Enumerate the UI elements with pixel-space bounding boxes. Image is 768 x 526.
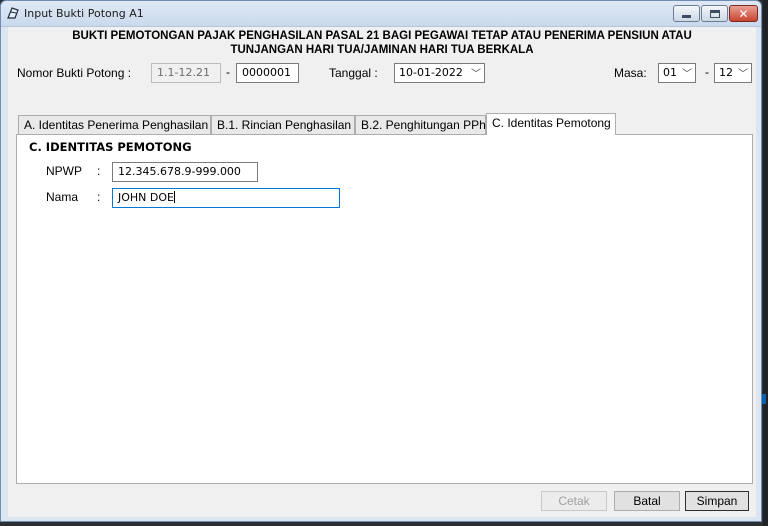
app-window: Input Bukti Potong A1 ✕ BUKTI PEMOTONGAN…	[0, 0, 762, 522]
tab-identitas-penerima[interactable]: A. Identitas Penerima Penghasilan	[18, 115, 211, 134]
app-icon	[7, 7, 19, 19]
tab-rincian-penghasilan[interactable]: B.1. Rincian Penghasilan	[211, 115, 355, 134]
nama-label: Nama	[46, 190, 79, 204]
tanggal-label: Tanggal :	[329, 66, 378, 80]
nama-value: JOHN DOE	[118, 191, 174, 204]
npwp-input[interactable]: 12.345.678.9-999.000	[112, 162, 258, 182]
maximize-button[interactable]	[701, 5, 728, 22]
tab-penghitungan-pph[interactable]: B.2. Penghitungan PPh	[355, 115, 486, 134]
tanggal-datepicker[interactable]: 10-01-2022 ﹀	[394, 63, 485, 83]
maximize-icon	[709, 9, 720, 18]
masa-to-select[interactable]: 12 ﹀	[714, 63, 752, 83]
background-edge	[763, 0, 768, 526]
nama-colon: :	[97, 190, 101, 204]
chevron-down-icon: ﹀	[682, 69, 692, 80]
cetak-button[interactable]: Cetak	[541, 491, 607, 511]
simpan-button[interactable]: Simpan	[685, 491, 749, 511]
nomor-prefix-field: 1.1-12.21	[151, 63, 221, 83]
section-title: C. IDENTITAS PEMOTONG	[29, 140, 192, 154]
nama-input[interactable]: JOHN DOE	[112, 188, 340, 208]
nomor-bukti-potong-label: Nomor Bukti Potong :	[17, 66, 132, 80]
minimize-icon	[682, 15, 691, 18]
masa-from-select[interactable]: 01 ﹀	[658, 63, 696, 83]
npwp-colon: :	[97, 164, 101, 178]
form-heading-line-1: BUKTI PEMOTONGAN PAJAK PENGHASILAN PASAL…	[72, 30, 692, 42]
form-heading-line-2: TUNJANGAN HARI TUA/JAMINAN HARI TUA BERK…	[230, 44, 534, 56]
window-title: Input Bukti Potong A1	[24, 7, 144, 20]
close-button[interactable]: ✕	[729, 5, 758, 22]
close-icon: ✕	[738, 6, 749, 21]
masa-label: Masa:	[614, 66, 647, 80]
masa-from-value: 01	[663, 66, 677, 79]
nomor-bukti-potong-input[interactable]: 0000001	[236, 63, 299, 83]
form-client-area: BUKTI PEMOTONGAN PAJAK PENGHASILAN PASAL…	[8, 27, 756, 517]
npwp-label: NPWP	[46, 164, 82, 178]
title-bar[interactable]: Input Bukti Potong A1 ✕	[1, 1, 761, 27]
background-edge-marker	[762, 394, 766, 404]
nomor-dash: -	[226, 65, 230, 79]
identitas-pemotong-panel: C. IDENTITAS PEMOTONG NPWP : 12.345.678.…	[16, 134, 753, 484]
masa-to-value: 12	[719, 66, 733, 79]
tab-identitas-pemotong[interactable]: C. Identitas Pemotong	[486, 113, 616, 135]
masa-dash: -	[705, 65, 709, 79]
chevron-down-icon: ﹀	[738, 69, 748, 80]
chevron-down-icon: ﹀	[471, 69, 481, 80]
text-caret	[173, 191, 175, 203]
minimize-button[interactable]	[673, 5, 700, 22]
tanggal-value: 10-01-2022	[399, 66, 463, 79]
batal-button[interactable]: Batal	[614, 491, 680, 511]
